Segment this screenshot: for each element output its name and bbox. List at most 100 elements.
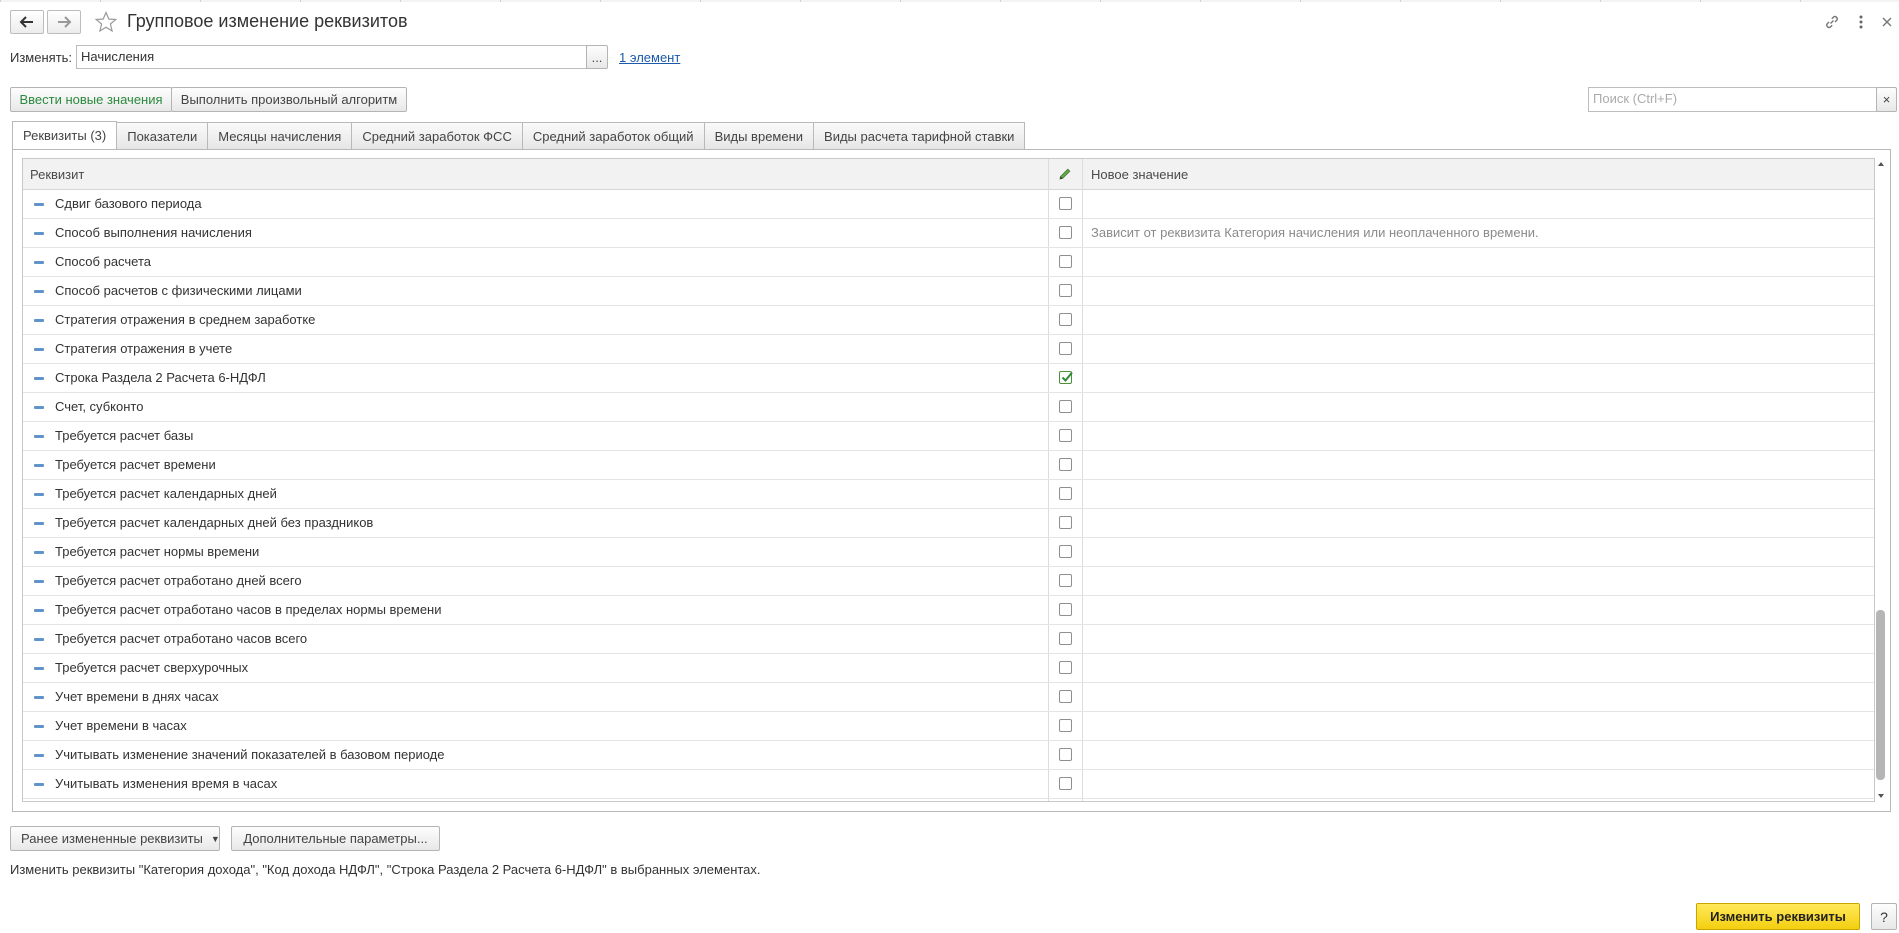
tab-indicators[interactable]: Показатели [117, 122, 209, 150]
table-row[interactable]: Сдвиг базового периода [23, 190, 1874, 219]
back-button[interactable] [10, 10, 44, 34]
table-row[interactable]: Учитывать изменения время в часах [23, 770, 1874, 799]
change-checkbox[interactable] [1059, 429, 1072, 442]
change-checkbox[interactable] [1059, 661, 1072, 674]
choose-button[interactable]: ... [586, 45, 608, 69]
elements-link[interactable]: 1 элемент [619, 50, 680, 65]
table-row[interactable]: Стратегия отражения в среднем заработке [23, 306, 1874, 335]
change-checkbox[interactable] [1059, 545, 1072, 558]
table-row[interactable]: Учет времени в днях часах [23, 683, 1874, 712]
table-row[interactable]: Требуется расчет календарных дней без пр… [23, 509, 1874, 538]
attribute-name: Способ выполнения начисления [55, 225, 252, 240]
change-checkbox[interactable] [1059, 197, 1072, 210]
tab-attributes[interactable]: Реквизиты (3) [12, 121, 118, 150]
change-checkbox[interactable] [1059, 400, 1072, 413]
table-row[interactable]: Требуется расчет отработано дней всего [23, 567, 1874, 596]
link-icon[interactable] [1822, 12, 1842, 32]
table-row[interactable]: Требуется расчет календарных дней [23, 480, 1874, 509]
change-checkbox[interactable] [1059, 748, 1072, 761]
attribute-name: Требуется расчет нормы времени [55, 544, 260, 559]
attribute-icon [34, 696, 44, 699]
table-row[interactable]: Учитывать изменение значений показателей… [23, 741, 1874, 770]
checkmark-icon [1061, 371, 1073, 382]
pencil-icon[interactable] [1048, 159, 1082, 189]
forward-button[interactable] [47, 10, 81, 34]
attribute-icon [34, 754, 44, 757]
change-checkbox[interactable] [1059, 255, 1072, 268]
attribute-name: Учитывать изменение значений показателей… [55, 747, 445, 762]
scrollbar-thumb[interactable] [1876, 610, 1885, 780]
change-checkbox[interactable] [1059, 226, 1072, 239]
change-checkbox[interactable] [1059, 458, 1072, 471]
attribute-name: Требуется расчет сверхурочных [55, 660, 249, 675]
table-row[interactable]: Требуется расчет времени [23, 451, 1874, 480]
attribute-name: Учитывать изменения время в часах [55, 776, 278, 791]
attribute-icon [34, 377, 44, 380]
help-button[interactable]: ? [1871, 903, 1897, 930]
attribute-name: Требуется расчет отработано часов в пред… [55, 602, 442, 617]
attribute-name: Требуется расчет базы [55, 428, 194, 443]
new-values-button[interactable]: Ввести новые значения [10, 87, 172, 112]
change-checkbox[interactable] [1059, 342, 1072, 355]
column-header-new-value[interactable]: Новое значение [1091, 159, 1188, 189]
change-checkbox[interactable] [1059, 777, 1072, 790]
table-row[interactable]: Способ расчетов с физическими лицами [23, 277, 1874, 306]
table-row[interactable]: Требуется расчет сверхурочных [23, 654, 1874, 683]
search-input[interactable]: Поиск (Ctrl+F) [1588, 87, 1877, 112]
attribute-name: Стратегия отражения в учете [55, 341, 233, 356]
attribute-icon [34, 348, 44, 351]
change-checkbox[interactable] [1059, 371, 1073, 384]
attribute-icon [34, 406, 44, 409]
attribute-icon [34, 464, 44, 467]
change-checkbox[interactable] [1059, 487, 1072, 500]
column-header-attribute[interactable]: Реквизит [30, 159, 84, 189]
prev-changed-button[interactable]: Ранее измененные реквизиты ▼ [10, 826, 220, 851]
table-row[interactable]: Стратегия отражения в учете [23, 335, 1874, 364]
attribute-name: Строка Раздела 2 Расчета 6-НДФЛ [55, 370, 266, 385]
change-checkbox[interactable] [1059, 574, 1072, 587]
prev-changed-label: Ранее измененные реквизиты [21, 831, 203, 846]
table-row[interactable]: Способ выполнения начисления Зависит от р… [23, 219, 1874, 248]
search-clear-button[interactable]: × [1876, 87, 1897, 112]
apply-button[interactable]: Изменить реквизиты [1696, 903, 1860, 930]
table-row[interactable]: Требуется расчет отработано часов в пред… [23, 596, 1874, 625]
tab-accrual-months[interactable]: Месяцы начисления [208, 122, 353, 150]
new-value-cell[interactable]: Зависит от реквизита Категория начислени… [1091, 225, 1539, 240]
attribute-name: Способ расчета [55, 254, 152, 269]
attribute-icon [34, 435, 44, 438]
change-checkbox[interactable] [1059, 690, 1072, 703]
tab-avg-earnings-general[interactable]: Средний заработок общий [522, 122, 705, 150]
attribute-name: Учет времени в часах [55, 718, 187, 733]
table-row[interactable]: Способ расчета [23, 248, 1874, 277]
table-row[interactable]: Учет времени в часах [23, 712, 1874, 741]
page-title: Групповое изменение реквизитов [127, 11, 408, 31]
change-field[interactable]: Начисления [76, 45, 587, 69]
change-checkbox[interactable] [1059, 632, 1072, 645]
attribute-icon [34, 609, 44, 612]
additional-params-button[interactable]: Дополнительные параметры... [231, 826, 440, 851]
change-checkbox[interactable] [1059, 284, 1072, 297]
table-row[interactable]: Строка Раздела 2 Расчета 6-НДФЛ [23, 364, 1874, 393]
attribute-icon [34, 580, 44, 583]
table-row[interactable]: Требуется расчет нормы времени [23, 538, 1874, 567]
algorithm-button[interactable]: Выполнить произвольный алгоритм [171, 87, 407, 112]
change-checkbox[interactable] [1059, 313, 1072, 326]
attribute-icon [34, 290, 44, 293]
star-icon[interactable] [94, 10, 118, 34]
close-icon[interactable] [1877, 12, 1897, 32]
more-vertical-icon[interactable] [1851, 12, 1871, 32]
change-checkbox[interactable] [1059, 603, 1072, 616]
attribute-icon [34, 551, 44, 554]
change-label: Изменять: [10, 50, 73, 65]
attribute-icon [34, 783, 44, 786]
chevron-down-icon: ▼ [210, 833, 220, 844]
table-row[interactable]: Счет, субконто [23, 393, 1874, 422]
change-checkbox[interactable] [1059, 516, 1072, 529]
table-row[interactable]: Требуется расчет отработано часов всего [23, 625, 1874, 654]
table-row[interactable]: Требуется расчет базы [23, 422, 1874, 451]
tab-avg-earnings-fss[interactable]: Средний заработок ФСС [352, 122, 523, 150]
attribute-name: Требуется расчет времени [55, 457, 216, 472]
change-checkbox[interactable] [1059, 719, 1072, 732]
tab-tariff-rate-types[interactable]: Виды расчета тарифной ставки [814, 122, 1026, 150]
tab-time-types[interactable]: Виды времени [704, 122, 815, 150]
